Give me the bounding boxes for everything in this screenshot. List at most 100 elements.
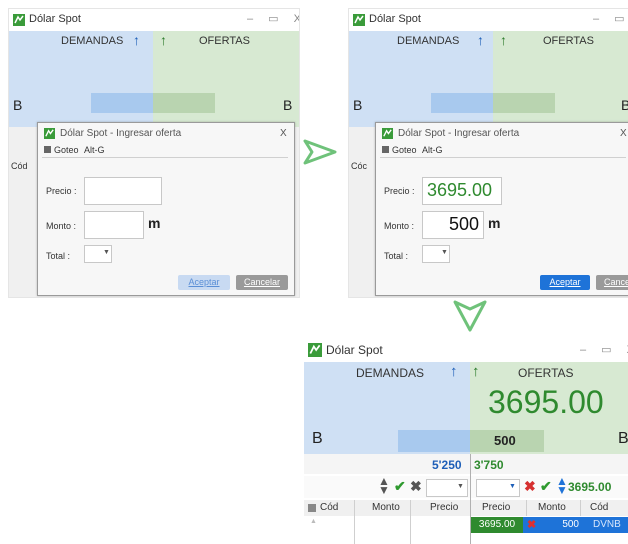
monto-value: 500 [448, 214, 479, 234]
col-cod-left[interactable]: Cód [320, 502, 338, 513]
b-label-right: B [621, 97, 628, 113]
chevron-right-icon [303, 139, 337, 165]
sort-up-icon[interactable]: ↑ [500, 32, 507, 48]
sort-up-icon[interactable]: ↑ [477, 32, 484, 48]
monto-unit: m [148, 215, 161, 231]
app-icon [353, 14, 365, 26]
sort-up-icon[interactable]: ↑ [472, 363, 480, 380]
panel-1-window: Dólar Spot – ▭ X DEMANDAS ↑ ↑ OFERTAS B … [8, 8, 300, 298]
col-precio-left[interactable]: Precio [430, 502, 458, 513]
grid-icon[interactable] [308, 504, 316, 512]
b-label-right: B [283, 97, 293, 113]
sort-arrows-icon[interactable]: ▲ ▼ [378, 475, 390, 496]
total-select[interactable]: ▼ [84, 245, 112, 263]
col-monto-left[interactable]: Monto [372, 502, 400, 513]
total-select[interactable]: ▼ [422, 245, 450, 263]
monto-input[interactable]: 500 [422, 211, 484, 239]
col-monto-right[interactable]: Monto [538, 502, 566, 513]
cod-column-header: Cód [11, 161, 28, 171]
window-title: Dólar Spot [326, 343, 383, 357]
title-bar: Dólar Spot – ▭ X [304, 338, 628, 363]
cod-column-header: Cóc [351, 161, 368, 171]
offer-total: 3'750 [474, 458, 504, 472]
precio-label: Precio : [384, 186, 415, 196]
monto-input[interactable] [84, 211, 144, 239]
sort-up-icon[interactable]: ↑ [160, 32, 167, 48]
toolbar-offer-price: 3695.00 [568, 480, 612, 494]
demand-select[interactable]: ▼ [426, 479, 468, 497]
goteo-shortcut: Alt-G [422, 145, 443, 155]
column-divider [580, 500, 581, 516]
chevron-down-icon [453, 300, 487, 332]
offer-bar [493, 93, 555, 113]
window-controls[interactable]: – ▭ X [593, 12, 628, 25]
monto-unit: m [488, 215, 501, 231]
panel-2-window: Dólar Spot – ▭ X DEMANDAS ↑ ↑ OFERTAS B … [348, 8, 628, 298]
dialog-close-button[interactable]: X [280, 128, 287, 139]
window-controls[interactable]: – ▭ X [580, 343, 628, 356]
close-icon[interactable]: ✖ [410, 478, 422, 495]
demandas-header[interactable]: DEMANDAS [397, 35, 459, 47]
column-divider [354, 500, 355, 544]
title-bar: Dólar Spot – ▭ X [349, 9, 628, 32]
app-icon [13, 14, 25, 26]
cancelar-button[interactable]: Cancelar [596, 275, 628, 290]
row-marker-icon: ▲ [310, 518, 317, 525]
dropdown-icon: ▼ [103, 249, 110, 256]
aceptar-button[interactable]: Aceptar [540, 275, 590, 290]
divider [380, 157, 626, 158]
totals-row [304, 454, 628, 474]
dialog-close-button[interactable]: X [620, 128, 627, 139]
dialog-title: Dólar Spot - Ingresar oferta [398, 128, 520, 139]
demandas-header[interactable]: DEMANDAS [61, 35, 123, 47]
monto-label: Monto : [384, 221, 415, 231]
row-monto-cell: 500 [562, 519, 579, 530]
ingresar-oferta-dialog: Dólar Spot - Ingresar oferta X Goteo Alt… [375, 122, 628, 296]
table-row[interactable]: 3695.00 ✖ 500 DVNB [471, 517, 628, 533]
sort-up-icon[interactable]: ↑ [133, 32, 140, 48]
col-cod-right[interactable]: Cód [590, 502, 608, 513]
column-divider [526, 500, 527, 516]
check-icon[interactable]: ✔ [540, 478, 552, 495]
window-title: Dólar Spot [29, 13, 81, 25]
best-offer-amount: 500 [494, 433, 516, 448]
app-icon [308, 343, 322, 357]
panel-3-window: Dólar Spot – ▭ X DEMANDAS ↑ ↑ OFERTAS 36… [304, 338, 628, 544]
goteo-checkbox[interactable] [382, 146, 389, 153]
ofertas-header[interactable]: OFERTAS [199, 35, 250, 47]
app-icon [44, 128, 55, 139]
aceptar-button[interactable]: Aceptar [178, 275, 230, 290]
delete-icon[interactable]: ✖ [527, 518, 536, 531]
precio-input[interactable]: 3695.00 [422, 177, 502, 205]
col-precio-right[interactable]: Precio [482, 502, 510, 513]
total-label: Total : [46, 251, 71, 261]
offer-select[interactable]: ▼ [476, 479, 520, 497]
sort-arrows-icon[interactable]: ▲ ▼ [556, 475, 568, 496]
goteo-checkbox[interactable] [44, 146, 51, 153]
b-label-left: B [312, 430, 323, 447]
goteo-label: Goteo [392, 145, 417, 155]
goteo-label: Goteo [54, 145, 79, 155]
demand-bar [431, 93, 493, 113]
demand-bar [91, 93, 153, 113]
cancelar-button[interactable]: Cancelar [236, 275, 288, 290]
sort-up-icon[interactable]: ↑ [450, 363, 458, 380]
best-offer-price: 3695.00 [488, 384, 604, 420]
check-icon[interactable]: ✔ [394, 478, 406, 495]
title-bar: Dólar Spot – ▭ X [9, 9, 299, 32]
dropdown-icon: ▼ [441, 249, 448, 256]
goteo-shortcut: Alt-G [84, 145, 105, 155]
ofertas-header[interactable]: OFERTAS [543, 35, 594, 47]
demand-total: 5'250 [432, 458, 462, 472]
dropdown-icon: ▼ [509, 483, 516, 490]
ofertas-header[interactable]: OFERTAS [518, 366, 574, 380]
dropdown-icon: ▼ [457, 483, 464, 490]
column-divider [410, 500, 411, 544]
window-controls[interactable]: – ▭ X [247, 12, 299, 25]
close-icon[interactable]: ✖ [524, 478, 536, 495]
row-cod-cell: DVNB [593, 519, 621, 530]
total-label: Total : [384, 251, 409, 261]
demandas-header[interactable]: DEMANDAS [356, 366, 424, 380]
precio-input[interactable] [84, 177, 162, 205]
demand-bar [398, 430, 470, 452]
